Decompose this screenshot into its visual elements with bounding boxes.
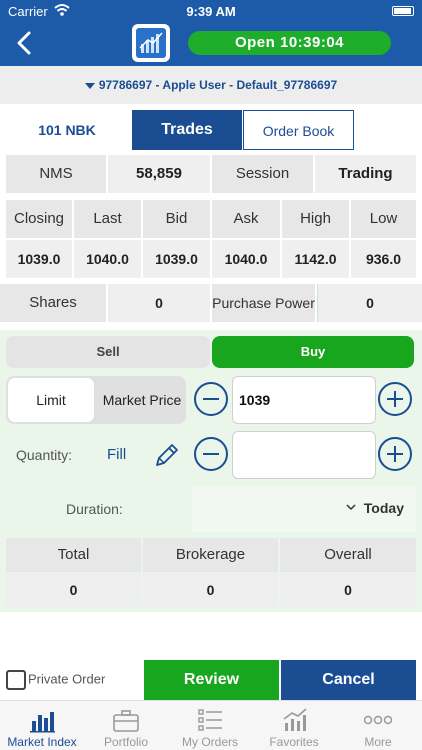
- price-value: 1039.0: [6, 240, 72, 278]
- fill-link[interactable]: Fill: [107, 446, 126, 463]
- nms-label: NMS: [6, 155, 106, 193]
- list-icon: [198, 709, 222, 731]
- pencil-icon[interactable]: [152, 440, 182, 470]
- tab-market-index[interactable]: Market Index: [0, 701, 84, 750]
- account-label: 97786697 - Apple User - Default_97786697: [98, 78, 338, 92]
- price-value: 1142.0: [282, 240, 349, 278]
- session-label: Session: [212, 155, 313, 193]
- brokerage-label: Brokerage: [143, 538, 278, 572]
- price-header: Low: [351, 200, 416, 238]
- price-value: 936.0: [351, 240, 416, 278]
- tab-trades[interactable]: Trades: [132, 110, 242, 150]
- bar-chart-icon: [30, 712, 55, 733]
- trend-chart-icon: [283, 708, 307, 731]
- shares-label: Shares: [0, 284, 106, 322]
- tab-label: Favorites: [269, 735, 319, 749]
- nms-value: 58,859: [108, 155, 210, 193]
- more-icon: [364, 715, 392, 725]
- limit-option[interactable]: Limit: [8, 378, 94, 422]
- price-value: 1040.0: [74, 240, 141, 278]
- briefcase-icon: [113, 710, 139, 732]
- quantity-input[interactable]: [232, 431, 376, 479]
- market-price-option[interactable]: Market Price: [98, 378, 186, 422]
- battery-icon: [392, 6, 414, 16]
- tab-label: Portfolio: [103, 735, 149, 749]
- status-bar: Carrier 9:39 AM: [0, 0, 422, 22]
- price-increment-button[interactable]: [378, 382, 412, 416]
- clock: 9:39 AM: [186, 4, 236, 19]
- bottom-tab-bar: Market Index Portfolio My Orders Favorit…: [0, 700, 422, 750]
- tab-portfolio[interactable]: Portfolio: [84, 701, 168, 750]
- duration-value: Today: [363, 500, 404, 516]
- price-header: Bid: [143, 200, 210, 238]
- overall-label: Overall: [280, 538, 416, 572]
- price-value: 1039.0: [143, 240, 210, 278]
- shares-value: 0: [108, 284, 210, 322]
- price-header: Ask: [212, 200, 280, 238]
- action-buttons: Review Cancel: [0, 660, 422, 700]
- total-label: Total: [6, 538, 141, 572]
- quantity-increment-button[interactable]: [378, 437, 412, 471]
- price-input[interactable]: 1039: [232, 376, 376, 424]
- tab-order-book[interactable]: Order Book: [243, 110, 354, 150]
- total-value: 0: [6, 573, 141, 607]
- tab-label: My Orders: [181, 735, 238, 749]
- buy-button[interactable]: Buy: [212, 336, 414, 368]
- chevron-down-icon: [346, 504, 356, 511]
- tab-my-orders[interactable]: My Orders: [168, 701, 252, 750]
- account-selector[interactable]: 97786697 - Apple User - Default_97786697: [0, 66, 422, 104]
- purchase-power-value: 0: [317, 284, 422, 322]
- price-header: High: [282, 200, 349, 238]
- price-decrement-button[interactable]: [194, 382, 228, 416]
- nav-bar: Open 10:39:04: [0, 22, 422, 66]
- back-arrow-icon[interactable]: [10, 28, 40, 58]
- tab-more[interactable]: More: [336, 701, 420, 750]
- price-header: Closing: [6, 200, 72, 238]
- purchase-power-label: Purchase Power: [212, 284, 315, 322]
- review-button[interactable]: Review: [144, 660, 279, 700]
- dropdown-triangle-icon: [84, 82, 95, 89]
- brokerage-value: 0: [143, 573, 278, 607]
- app-logo: [132, 24, 170, 62]
- tab-symbol[interactable]: 101 NBK: [6, 110, 128, 150]
- duration-select[interactable]: Today: [192, 486, 416, 532]
- market-status-pill: Open 10:39:04: [188, 31, 391, 55]
- session-value: Trading: [315, 155, 416, 193]
- price-header: Last: [74, 200, 141, 238]
- order-type-selector: Limit Market Price: [6, 376, 186, 424]
- overall-value: 0: [280, 573, 416, 607]
- tab-label: More: [364, 735, 392, 749]
- tab-label: Market Index: [7, 735, 77, 749]
- price-value: 1040.0: [212, 240, 280, 278]
- duration-label: Duration:: [66, 501, 123, 517]
- quantity-decrement-button[interactable]: [194, 437, 228, 471]
- tab-favorites[interactable]: Favorites: [252, 701, 336, 750]
- cancel-button[interactable]: Cancel: [281, 660, 416, 700]
- sell-button[interactable]: Sell: [6, 336, 210, 368]
- quantity-label: Quantity:: [16, 447, 73, 463]
